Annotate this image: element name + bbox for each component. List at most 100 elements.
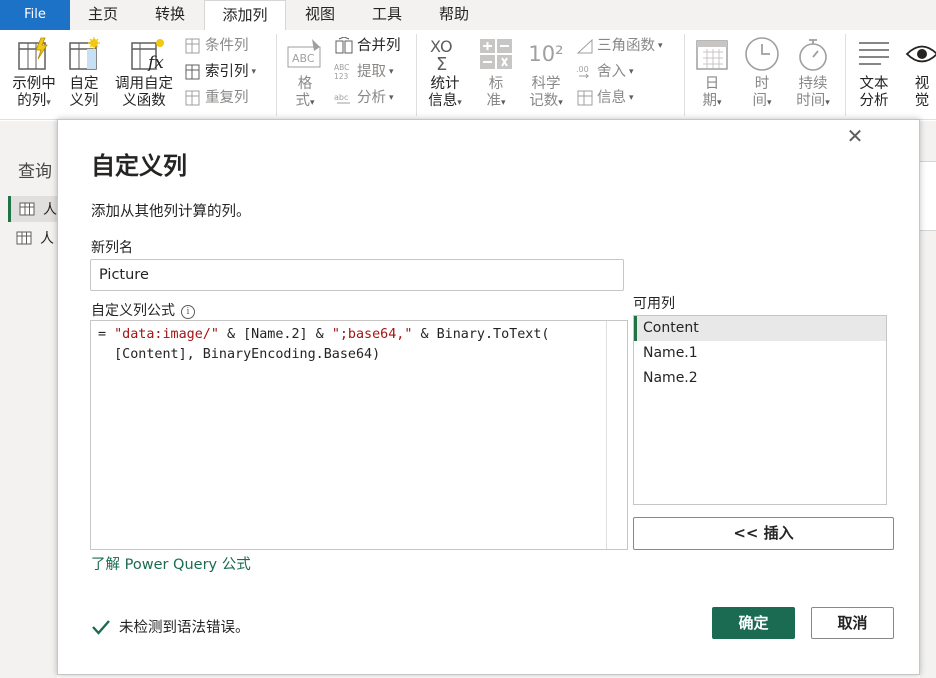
time-button[interactable]: 时 间▾ — [740, 36, 784, 112]
available-column-item[interactable]: Content — [634, 316, 886, 341]
table-lightning-icon — [6, 36, 62, 72]
custom-column-label-2: 义列 — [69, 93, 99, 109]
format-label-1: 格 — [297, 76, 313, 92]
ok-button[interactable]: 确定 — [712, 607, 795, 639]
tab-help[interactable]: 帮助 — [420, 0, 488, 30]
query-item[interactable]: 人 — [8, 225, 57, 251]
info-icon[interactable]: i — [181, 305, 195, 319]
trigonometry-button[interactable]: 三角函数 ▾ — [576, 34, 663, 58]
conditional-column-label: 条件列 — [205, 38, 249, 54]
tab-home[interactable]: 主页 — [70, 0, 136, 30]
column-from-examples-button[interactable]: 示例中 的列▾ — [6, 36, 62, 112]
date-label-1: 日 — [704, 76, 720, 92]
dialog-description: 添加从其他列计算的列。 — [91, 204, 251, 220]
new-column-name-input[interactable]: Picture — [90, 259, 624, 291]
abc123-icon: ABC123 — [334, 63, 349, 81]
statistics-button[interactable]: XO Σ 统计 信息▾ — [422, 36, 468, 112]
parse-button[interactable]: abc 分析 ▾ — [334, 86, 394, 110]
information-button[interactable]: 信息 ▾ — [576, 86, 634, 110]
rounding-label: 舍入 — [597, 64, 626, 80]
duration-button[interactable]: 持续 时间▾ — [790, 36, 836, 112]
sigma-icon-bottom: Σ — [436, 54, 447, 72]
ribbon-separator — [276, 34, 277, 116]
date-button[interactable]: 日 期▾ — [690, 36, 734, 112]
formula-token: & [Name.2] & — [218, 327, 332, 342]
formula-scrollbar[interactable] — [606, 321, 627, 549]
format-icon-abc: ABC — [292, 52, 315, 65]
information-icon — [577, 90, 593, 106]
insert-button[interactable]: << 插入 — [633, 517, 894, 550]
function-icon: fx — [108, 36, 180, 72]
queries-pane-title: 查询 — [18, 162, 52, 182]
invoke-custom-function-button[interactable]: fx 调用自定 义函数 — [108, 36, 180, 110]
custom-column-label-1: 自定 — [69, 76, 99, 92]
formula-text[interactable]: = "data:image/" & [Name.2] & ";base64," … — [98, 325, 603, 365]
vision-label-1: 视 — [914, 76, 930, 92]
column-from-examples-label-2: 的列▾ — [17, 93, 51, 109]
ribbon-separator — [416, 34, 417, 116]
rounding-button[interactable]: .00 舍入 ▾ — [576, 60, 634, 84]
index-column-button[interactable]: 索引列 ▾ — [184, 60, 256, 84]
standard-button[interactable]: 标 准▾ — [474, 36, 518, 112]
clock-icon — [740, 36, 784, 72]
formula-label-row: 自定义列公式 i — [91, 300, 195, 320]
tab-transform[interactable]: 转换 — [136, 0, 204, 30]
duplicate-column-button[interactable]: 重复列 — [184, 86, 249, 110]
ribbon: 示例中 的列▾ 自定 义列 fx 调用自定 义函数 条件列 索引列 ▾ 重复列 A… — [0, 30, 936, 120]
index-column-icon — [185, 64, 200, 80]
available-column-item[interactable]: Name.2 — [634, 366, 886, 391]
syntax-status-text: 未检测到语法错误。 — [119, 620, 250, 636]
text-analytics-button[interactable]: 文本 分析 — [852, 36, 896, 110]
available-columns-label: 可用列 — [633, 296, 675, 312]
cancel-button[interactable]: 取消 — [811, 607, 894, 639]
column-from-examples-label-1: 示例中 — [12, 76, 56, 92]
eye-icon — [902, 36, 936, 72]
tab-tools[interactable]: 工具 — [354, 0, 420, 30]
calendar-icon — [690, 36, 734, 72]
conditional-column-button[interactable]: 条件列 — [184, 34, 249, 58]
format-label-2: 式▾ — [295, 93, 315, 109]
merge-columns-button[interactable]: 合并列 — [334, 34, 401, 58]
trigonometry-label: 三角函数 — [597, 38, 655, 54]
duration-label-2: 时间▾ — [796, 93, 830, 109]
abc123-icon-bottom: 123 — [334, 72, 349, 81]
power-of-ten-icon: 10² — [528, 41, 564, 66]
merge-columns-label: 合并列 — [357, 38, 401, 54]
sigma-icon: XO Σ — [422, 36, 468, 72]
time-label-2: 间▾ — [752, 93, 772, 109]
ribbon-separator — [684, 34, 685, 116]
extract-button[interactable]: ABC 123 提取 ▾ — [334, 60, 394, 84]
vision-button[interactable]: 视 觉 — [902, 36, 936, 110]
text-analytics-label-2: 分析 — [859, 93, 889, 109]
available-column-item[interactable]: Name.1 — [634, 341, 886, 366]
scientific-label-1: 科学 — [531, 76, 561, 92]
svg-text:.00: .00 — [576, 65, 589, 74]
learn-power-query-link[interactable]: 了解 Power Query 公式 — [91, 553, 251, 574]
formula-token: = — [98, 327, 115, 342]
custom-column-icon — [64, 36, 104, 72]
scientific-button[interactable]: 10² 科学 记数▾ — [522, 36, 570, 112]
formula-label: 自定义列公式 — [91, 303, 175, 319]
invoke-custom-function-label-2: 义函数 — [122, 93, 166, 109]
checkmark-icon — [92, 619, 110, 635]
available-columns-list[interactable]: Content Name.1 Name.2 — [633, 315, 887, 505]
rounding-icon: .00 — [576, 65, 590, 79]
new-column-name-label: 新列名 — [91, 240, 133, 256]
invoke-custom-function-label-1: 调用自定 — [115, 76, 173, 92]
time-label-1: 时 — [754, 76, 770, 92]
query-item[interactable]: 人 — [8, 196, 57, 222]
tab-file[interactable]: File — [0, 0, 70, 30]
vision-label-2: 觉 — [914, 93, 930, 109]
formula-string-literal: ";base64," — [331, 327, 413, 342]
date-label-2: 期▾ — [702, 93, 722, 109]
tab-add-column[interactable]: 添加列 — [204, 0, 286, 31]
ribbon-separator — [845, 34, 846, 116]
query-item-label: 人 — [40, 231, 54, 247]
custom-column-button[interactable]: 自定 义列 — [64, 36, 104, 110]
stopwatch-icon — [790, 36, 836, 72]
formula-editor[interactable]: = "data:image/" & [Name.2] & ";base64," … — [90, 320, 628, 550]
statistics-label-1: 统计 — [430, 76, 460, 92]
close-icon[interactable]: ✕ — [845, 126, 865, 146]
format-button[interactable]: ABC 格 式▾ — [284, 36, 326, 112]
tab-view[interactable]: 视图 — [286, 0, 354, 30]
